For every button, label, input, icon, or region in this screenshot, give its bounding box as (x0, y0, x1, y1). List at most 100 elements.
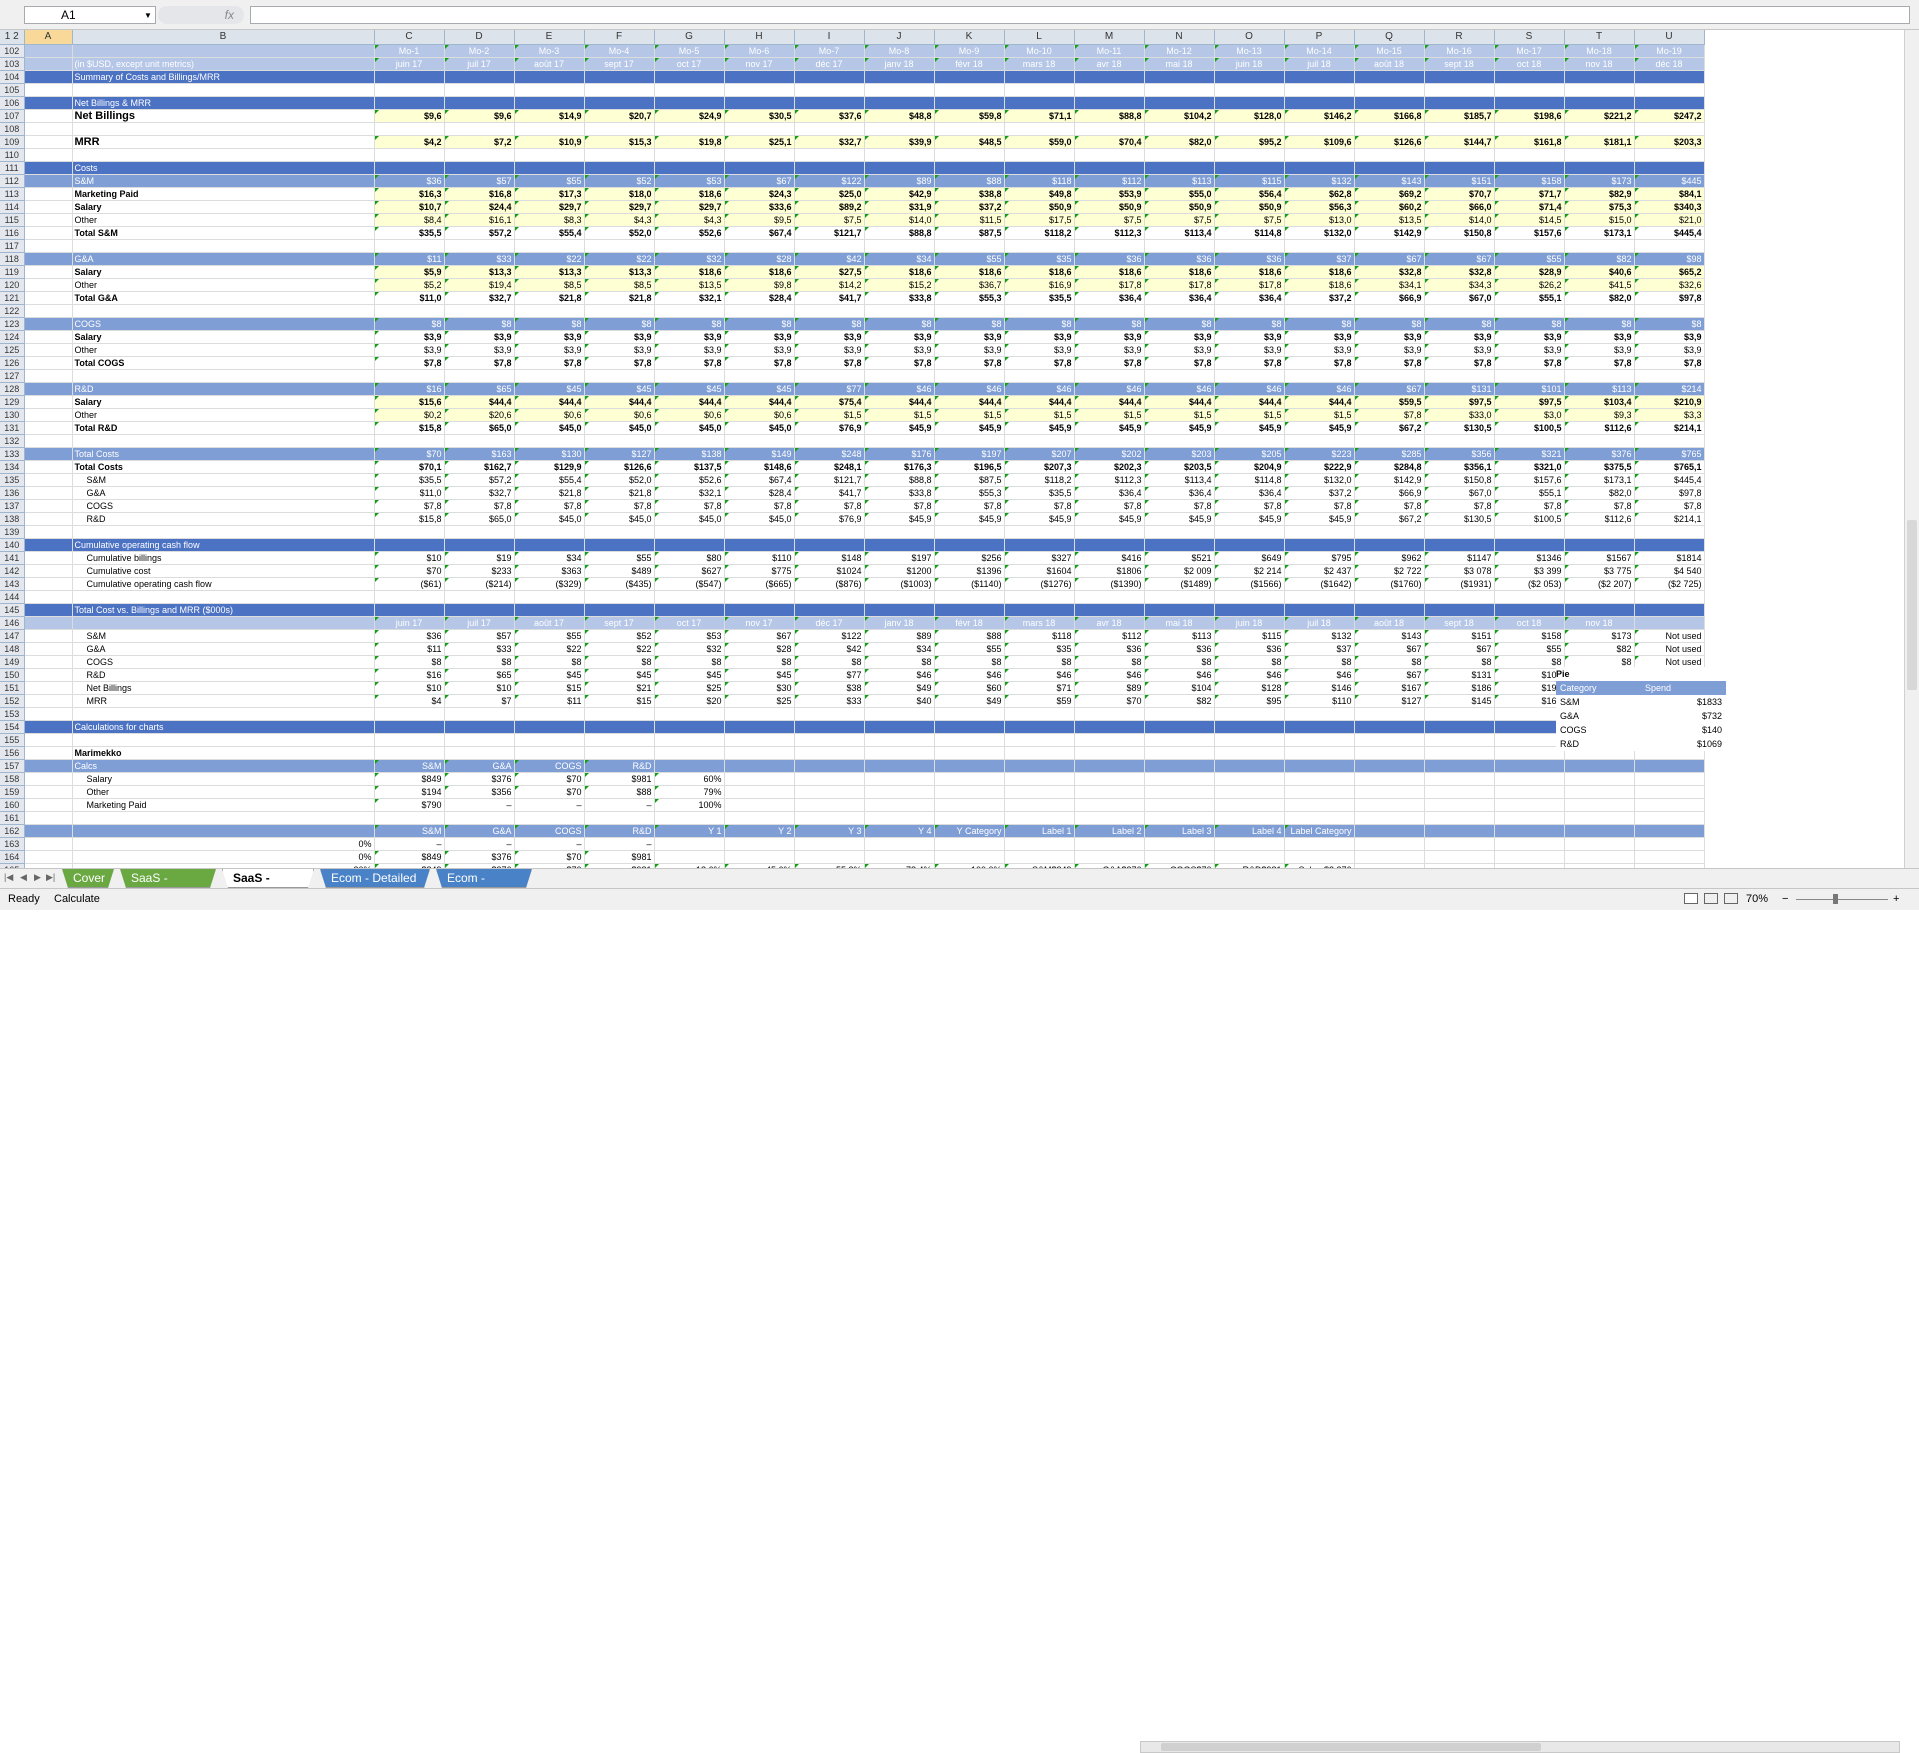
cell[interactable]: Mo-13 (1214, 44, 1285, 58)
cell[interactable]: $31,9 (864, 200, 935, 214)
row-label[interactable]: Net Billings & MRR (72, 96, 375, 110)
cell[interactable]: $32,1 (654, 291, 725, 305)
row-label[interactable]: Other (72, 213, 375, 227)
cell[interactable]: $7,8 (1564, 356, 1635, 370)
cell[interactable]: – (514, 798, 585, 812)
row-label[interactable]: Total Cost vs. Billings and MRR ($000s) (72, 603, 375, 617)
cell[interactable] (934, 304, 1005, 318)
cell[interactable]: $203,5 (1144, 460, 1215, 474)
cell[interactable] (794, 772, 865, 786)
cell[interactable]: $45,0 (514, 512, 585, 526)
cell[interactable] (724, 538, 795, 552)
cell[interactable] (1074, 590, 1145, 604)
row-header[interactable]: 113 (0, 187, 25, 201)
cell[interactable]: $19,4 (444, 278, 515, 292)
cell[interactable]: $37 (1284, 252, 1355, 266)
cell[interactable]: $18,6 (654, 265, 725, 279)
cell[interactable]: $41,5 (1564, 278, 1635, 292)
cell[interactable] (934, 122, 1005, 136)
cell[interactable] (1214, 161, 1285, 175)
cell[interactable] (584, 96, 655, 110)
cell[interactable]: $7,8 (1284, 356, 1355, 370)
cell[interactable]: $18,6 (1074, 265, 1145, 279)
cell[interactable]: $112,6 (1564, 421, 1635, 435)
cell[interactable]: $18,6 (1284, 278, 1355, 292)
cell[interactable] (514, 720, 585, 734)
cell[interactable] (444, 83, 515, 97)
cell[interactable]: $173,1 (1564, 473, 1635, 487)
cell[interactable]: $100,5 (1494, 512, 1565, 526)
cell[interactable] (1074, 122, 1145, 136)
cell[interactable]: $34,1 (1354, 278, 1425, 292)
cell[interactable]: Mo-15 (1354, 44, 1425, 58)
cell[interactable]: $33,0 (1424, 408, 1495, 422)
cell[interactable] (864, 837, 935, 851)
cell[interactable]: $161,8 (1494, 135, 1565, 149)
column-header-s[interactable]: S (1494, 30, 1565, 45)
cell[interactable]: $18,6 (724, 265, 795, 279)
cell[interactable] (934, 70, 1005, 84)
cell[interactable]: $121,7 (794, 226, 865, 240)
cell[interactable]: $52,0 (584, 226, 655, 240)
cell[interactable] (1424, 304, 1495, 318)
cell[interactable] (24, 798, 73, 812)
cell[interactable]: – (584, 798, 655, 812)
cell[interactable]: $8 (724, 655, 795, 669)
cell[interactable]: $8 (1494, 317, 1565, 331)
cell[interactable]: $15 (514, 681, 585, 695)
cell[interactable] (1144, 304, 1215, 318)
cell[interactable] (374, 161, 445, 175)
cell[interactable] (1354, 434, 1425, 448)
row-header[interactable]: 112 (0, 174, 25, 188)
cell[interactable] (374, 96, 445, 110)
cell[interactable] (1284, 759, 1355, 773)
cell[interactable]: $67,4 (724, 473, 795, 487)
cell[interactable] (1004, 603, 1075, 617)
cell[interactable]: $2 009 (1144, 564, 1215, 578)
cell[interactable]: $33,6 (724, 200, 795, 214)
cell[interactable]: $67 (1354, 252, 1425, 266)
cell[interactable]: $55,3 (934, 291, 1005, 305)
cell[interactable]: $1806 (1074, 564, 1145, 578)
cell[interactable]: $1,5 (1214, 408, 1285, 422)
cell[interactable] (1074, 811, 1145, 825)
cell[interactable] (24, 174, 73, 188)
cell[interactable]: $82 (1564, 252, 1635, 266)
cell[interactable]: $8 (654, 655, 725, 669)
cell[interactable] (444, 590, 515, 604)
cell[interactable] (24, 707, 73, 721)
cell[interactable] (24, 265, 73, 279)
cell[interactable] (1494, 161, 1565, 175)
cell[interactable]: $98 (1634, 252, 1705, 266)
cell[interactable]: $112 (1074, 174, 1145, 188)
cell[interactable]: $24,4 (444, 200, 515, 214)
cell[interactable]: $795 (1284, 551, 1355, 565)
cell[interactable] (584, 525, 655, 539)
cell[interactable] (374, 590, 445, 604)
cell[interactable] (444, 746, 515, 760)
row-label[interactable]: 0% (72, 850, 375, 864)
cell[interactable] (444, 369, 515, 383)
cell[interactable]: $46 (1214, 382, 1285, 396)
cell[interactable] (1144, 720, 1215, 734)
cell[interactable] (654, 96, 725, 110)
cell[interactable] (654, 603, 725, 617)
cell[interactable]: Label 1 (1004, 824, 1075, 838)
cell[interactable]: $3,9 (1424, 330, 1495, 344)
column-header-j[interactable]: J (864, 30, 935, 45)
cell[interactable]: $46 (1004, 668, 1075, 682)
row-header[interactable]: 159 (0, 785, 25, 799)
cell[interactable]: $8 (1424, 655, 1495, 669)
cell[interactable]: $13,5 (1354, 213, 1425, 227)
cell[interactable]: $104 (1144, 681, 1215, 695)
cell[interactable] (724, 759, 795, 773)
cell[interactable]: $29,7 (514, 200, 585, 214)
cell[interactable] (1074, 798, 1145, 812)
cell[interactable] (1284, 122, 1355, 136)
cell[interactable] (24, 122, 73, 136)
cell[interactable] (1214, 538, 1285, 552)
cell[interactable]: $89 (864, 174, 935, 188)
cell[interactable]: $59,5 (1354, 395, 1425, 409)
cell[interactable]: $7,8 (724, 356, 795, 370)
cell[interactable]: Not used (1634, 642, 1705, 656)
